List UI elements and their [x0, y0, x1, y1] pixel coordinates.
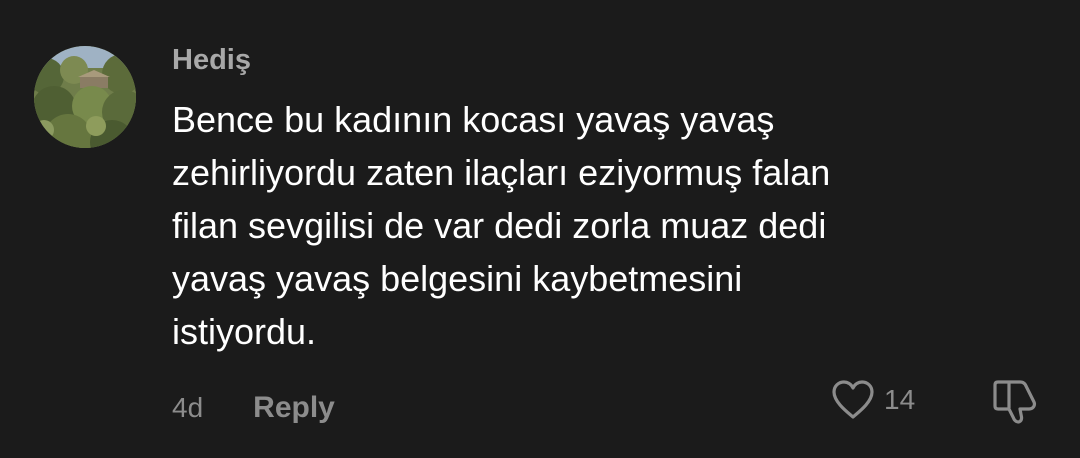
- comment-text: Bence bu kadının kocası yavaş yavaş zehi…: [172, 93, 1052, 358]
- comment-text-line: zehirliyordu zaten ilaçları eziyormuş fa…: [172, 152, 831, 193]
- comment-item: Hediş Bence bu kadının kocası yavaş yava…: [0, 0, 1080, 458]
- landscape-avatar-image: [34, 46, 136, 148]
- comment-author[interactable]: Hediş: [172, 42, 251, 78]
- heart-outline-icon: [832, 380, 874, 419]
- avatar[interactable]: [34, 46, 136, 148]
- comment-text-line: Bence bu kadının kocası yavaş yavaş: [172, 99, 775, 140]
- dislike-button[interactable]: [990, 376, 1042, 426]
- comment-meta: 4d Reply: [172, 388, 335, 428]
- like-count: 14: [884, 384, 916, 415]
- comment-text-line: filan sevgilisi de var dedi zorla muaz d…: [172, 205, 827, 246]
- comment-timestamp: 4d: [172, 392, 204, 423]
- comment-text-line: istiyordu.: [172, 311, 317, 352]
- comment-text-line: yavaş yavaş belgesini kaybetmesini: [172, 258, 743, 299]
- reply-button[interactable]: Reply: [253, 391, 335, 425]
- thumbs-down-icon: [993, 380, 1037, 424]
- like-button[interactable]: 14: [830, 378, 915, 422]
